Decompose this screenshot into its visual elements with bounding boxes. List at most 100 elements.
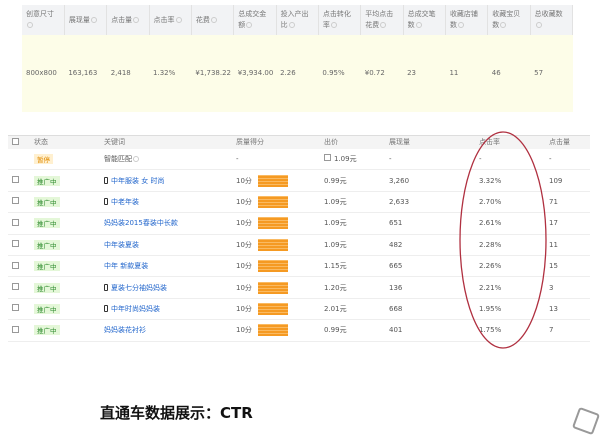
- keyword-header[interactable]: 关键词: [100, 135, 232, 149]
- summary-header[interactable]: 收藏店铺数: [445, 5, 489, 35]
- summary-header[interactable]: 花费: [191, 5, 235, 35]
- table-row: 推广中 妈妈装花衬衫 10分 0.99元 401 1.75% 7: [8, 319, 590, 342]
- summary-value: ¥3,934.00: [233, 35, 277, 112]
- help-icon[interactable]: [535, 22, 542, 28]
- summary-header[interactable]: 展现量: [64, 5, 108, 35]
- row-checkbox[interactable]: [12, 304, 19, 312]
- ctr-value: 1.75%: [475, 319, 545, 342]
- status-badge[interactable]: 推广中: [34, 303, 60, 314]
- impressions-value: 401: [385, 319, 475, 342]
- ctr-value: 2.61%: [475, 212, 545, 235]
- bid-value[interactable]: 2.01元: [324, 305, 347, 313]
- keyword-link[interactable]: 夏装七分袖妈妈装: [111, 284, 167, 292]
- mobile-icon: [104, 305, 108, 313]
- keyword-link[interactable]: 中年 新款夏装: [104, 262, 148, 270]
- impressions-value: 3,260: [385, 169, 475, 192]
- row-checkbox[interactable]: [12, 176, 19, 184]
- ctr-value: 1.95%: [475, 298, 545, 321]
- row-checkbox[interactable]: [12, 261, 19, 269]
- table-row: 暂停 智能匹配 -1.09元 - - -: [8, 148, 590, 171]
- ctr-value: 3.32%: [475, 169, 545, 192]
- row-checkbox[interactable]: [12, 283, 19, 291]
- status-badge[interactable]: 推广中: [34, 239, 60, 250]
- bid-value[interactable]: 0.99元: [324, 177, 347, 185]
- row-checkbox[interactable]: [12, 240, 19, 248]
- row-checkbox[interactable]: [12, 197, 19, 205]
- summary-header[interactable]: 平均点击花费: [360, 5, 404, 35]
- keyword-header[interactable]: 点击量: [545, 135, 590, 149]
- clicks-value: 3: [545, 276, 590, 299]
- bid-value[interactable]: 1.09元: [324, 198, 347, 206]
- summary-value: 800x800: [22, 35, 65, 112]
- status-badge[interactable]: 推广中: [34, 218, 60, 229]
- select-all-checkbox[interactable]: [8, 135, 30, 149]
- keyword-link[interactable]: 中年装夏装: [104, 241, 139, 249]
- keyword-link[interactable]: 中老年装: [111, 198, 139, 206]
- keyword-link[interactable]: 妈妈装花衬衫: [104, 326, 146, 334]
- keyword-link[interactable]: 妈妈装2015春装中长款: [104, 219, 178, 227]
- summary-header[interactable]: 总收藏数: [530, 5, 574, 35]
- bid-value[interactable]: 1.09元: [324, 241, 347, 249]
- summary-header[interactable]: 收藏宝贝数: [487, 5, 531, 35]
- keyword-header[interactable]: 点击率: [475, 135, 545, 149]
- clicks-value: 11: [545, 234, 590, 256]
- help-icon[interactable]: [133, 16, 140, 23]
- bid-value[interactable]: 1.15元: [324, 262, 347, 270]
- bid-checkbox[interactable]: [324, 153, 331, 161]
- keyword-header[interactable]: 质量得分: [232, 135, 320, 149]
- help-icon[interactable]: [175, 16, 182, 23]
- bid-value[interactable]: 1.20元: [324, 284, 347, 292]
- bid-value[interactable]: 0.99元: [324, 326, 347, 334]
- help-icon[interactable]: [133, 155, 139, 162]
- clicks-value: 17: [545, 212, 590, 235]
- status-badge[interactable]: 推广中: [34, 196, 60, 207]
- bid-value[interactable]: 1.09元: [324, 219, 347, 227]
- status-badge[interactable]: 暂停: [34, 153, 53, 164]
- keyword-table: 状态 关键词 质量得分 出价 展现量 点击率 点击量 暂停 智能匹配 -1.09元 - - - 推广中中…: [8, 135, 590, 342]
- status-badge[interactable]: 推广中: [34, 282, 60, 293]
- bid-value[interactable]: 1.09元: [334, 155, 357, 163]
- quality-bar-chart: [257, 174, 288, 187]
- summary-value: 11: [445, 35, 488, 112]
- status-badge[interactable]: 推广中: [34, 261, 60, 272]
- help-icon[interactable]: [330, 22, 337, 28]
- status-badge[interactable]: 推广中: [34, 325, 60, 336]
- row-checkbox[interactable]: [12, 218, 19, 226]
- impressions-value: 668: [385, 298, 475, 321]
- clicks-value: 13: [545, 298, 590, 321]
- clicks-value: 15: [545, 255, 590, 278]
- help-icon[interactable]: [415, 22, 422, 28]
- keyword-header[interactable]: 状态: [30, 135, 100, 149]
- summary-value: 2.26: [276, 35, 319, 112]
- help-icon[interactable]: [500, 22, 507, 28]
- summary-value: 2,418: [106, 35, 150, 112]
- keyword-header[interactable]: 出价: [320, 135, 385, 149]
- help-icon[interactable]: [288, 22, 295, 28]
- keyword-link[interactable]: 中年时尚妈妈装: [111, 305, 160, 313]
- summary-header[interactable]: 创意尺寸: [22, 5, 65, 35]
- help-icon[interactable]: [90, 16, 97, 23]
- summary-value: 1.32%: [149, 35, 192, 112]
- row-checkbox[interactable]: [12, 325, 19, 333]
- summary-header[interactable]: 点击量: [106, 5, 150, 35]
- keyword-link[interactable]: 智能匹配: [104, 155, 132, 163]
- summary-header[interactable]: 总成交笔数: [403, 5, 446, 35]
- summary-header[interactable]: 点击率: [149, 5, 192, 35]
- help-icon[interactable]: [27, 22, 33, 28]
- keyword-link[interactable]: 中年服装 女 时尚: [111, 177, 164, 185]
- quality-bar-chart: [257, 324, 288, 337]
- summary-value: 163,163: [64, 35, 107, 112]
- summary-header[interactable]: 点击转化率: [318, 5, 362, 35]
- summary-header[interactable]: 投入产出比: [276, 5, 319, 35]
- keyword-header[interactable]: 展现量: [385, 135, 475, 149]
- help-icon[interactable]: [210, 16, 217, 23]
- help-icon[interactable]: [380, 22, 387, 28]
- summary-header[interactable]: 总成交金额: [233, 5, 277, 35]
- ctr-value: 2.70%: [475, 191, 545, 214]
- table-row: 推广中 中老年装 10分 1.09元 2,633 2.70% 71: [8, 191, 590, 214]
- help-icon[interactable]: [457, 22, 464, 28]
- status-badge[interactable]: 推广中: [34, 175, 60, 186]
- help-icon[interactable]: [246, 22, 253, 28]
- table-row: 推广中 夏装七分袖妈妈装 10分 1.20元 136 2.21% 3: [8, 276, 590, 299]
- impressions-value: 136: [385, 276, 475, 299]
